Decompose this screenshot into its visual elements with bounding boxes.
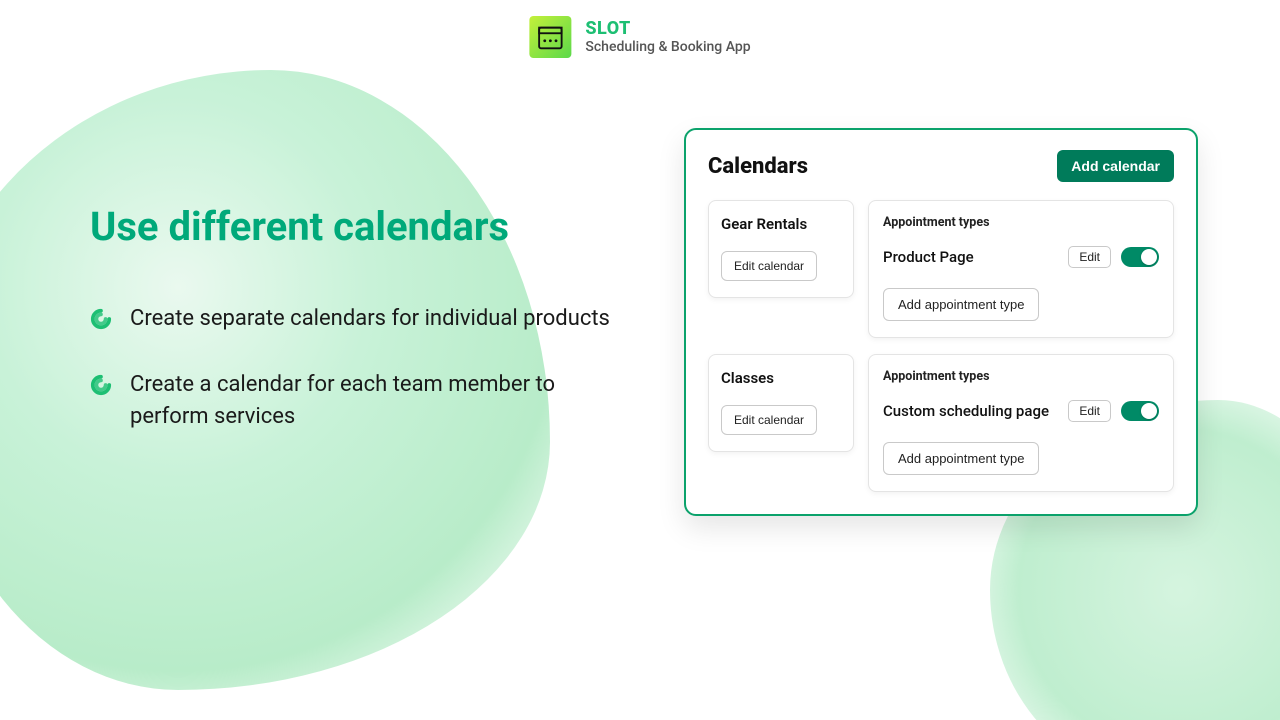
- calendars-panel: Calendars Add calendar Gear Rentals Edit…: [684, 128, 1198, 516]
- edit-appointment-type-button[interactable]: Edit: [1068, 400, 1111, 422]
- bullet-item: Create separate calendars for individual…: [90, 303, 630, 335]
- appointment-types-header: Appointment types: [883, 369, 1159, 384]
- appointment-type-name: Custom scheduling page: [883, 402, 1058, 420]
- brand-name: SLOT: [585, 19, 750, 40]
- brand-logo: [529, 16, 571, 58]
- calendar-row: Gear Rentals Edit calendar Appointment t…: [708, 200, 1174, 338]
- headline: Use different calendars: [90, 205, 630, 249]
- calendar-name: Classes: [721, 369, 841, 387]
- calendar-row: Classes Edit calendar Appointment types …: [708, 354, 1174, 492]
- calendar-name: Gear Rentals: [721, 215, 841, 233]
- marketing-copy: Use different calendars Create separate …: [90, 205, 630, 467]
- appointment-types-card: Appointment types Custom scheduling page…: [868, 354, 1174, 492]
- panel-title: Calendars: [708, 154, 808, 179]
- add-appointment-type-button[interactable]: Add appointment type: [883, 288, 1039, 321]
- appointment-types-header: Appointment types: [883, 215, 1159, 230]
- edit-appointment-type-button[interactable]: Edit: [1068, 246, 1111, 268]
- appointment-type-toggle[interactable]: [1121, 401, 1159, 421]
- swirl-bullet-icon: [90, 374, 112, 396]
- bullet-item: Create a calendar for each team member t…: [90, 369, 630, 433]
- stage: SLOT Scheduling & Booking App Use differ…: [0, 0, 1280, 720]
- bullet-list: Create separate calendars for individual…: [90, 303, 630, 433]
- brand-subtitle: Scheduling & Booking App: [585, 39, 750, 55]
- swirl-bullet-icon: [90, 308, 112, 330]
- appointment-type-row: Product Page Edit: [883, 246, 1159, 268]
- appointment-type-toggle[interactable]: [1121, 247, 1159, 267]
- bullet-text: Create separate calendars for individual…: [130, 303, 610, 335]
- bullet-text: Create a calendar for each team member t…: [130, 369, 630, 433]
- panel-header: Calendars Add calendar: [708, 150, 1174, 182]
- edit-calendar-button[interactable]: Edit calendar: [721, 251, 817, 281]
- appointment-type-row: Custom scheduling page Edit: [883, 400, 1159, 422]
- appointment-types-card: Appointment types Product Page Edit Add …: [868, 200, 1174, 338]
- calendar-card: Classes Edit calendar: [708, 354, 854, 452]
- calendar-card: Gear Rentals Edit calendar: [708, 200, 854, 298]
- brand-header: SLOT Scheduling & Booking App: [529, 16, 750, 58]
- add-calendar-button[interactable]: Add calendar: [1057, 150, 1174, 182]
- brand-text: SLOT Scheduling & Booking App: [585, 19, 750, 56]
- appointment-type-name: Product Page: [883, 248, 1058, 266]
- calendar-slot-icon: [535, 22, 565, 52]
- edit-calendar-button[interactable]: Edit calendar: [721, 405, 817, 435]
- add-appointment-type-button[interactable]: Add appointment type: [883, 442, 1039, 475]
